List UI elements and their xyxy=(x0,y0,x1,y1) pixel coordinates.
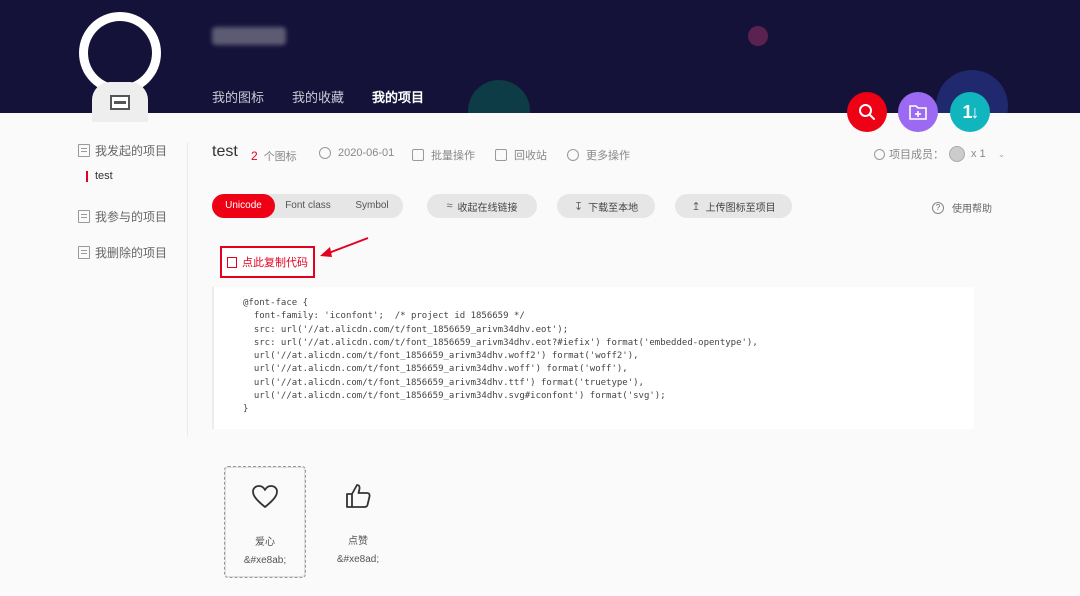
more-icon xyxy=(567,149,579,161)
member-avatar xyxy=(949,146,965,162)
thumbs-up-icon xyxy=(346,484,371,508)
code-line: src: url('//at.alicdn.com/t/font_1856659… xyxy=(243,324,569,335)
tab-font-class[interactable]: Font class xyxy=(275,194,341,218)
search-icon xyxy=(859,104,875,120)
add-project-button[interactable] xyxy=(898,92,938,132)
help-link[interactable]: ? 使用帮助 xyxy=(932,200,992,215)
icon-card-heart[interactable]: 爱心 &#xe8ab; xyxy=(224,466,306,578)
code-line: url('//at.alicdn.com/t/font_1856659_ariv… xyxy=(243,351,639,362)
code-block: @font-face { font-family: 'iconfont'; /*… xyxy=(212,287,974,429)
decor-bubble xyxy=(748,26,768,46)
icon-count-suffix: 个图标 xyxy=(263,151,297,163)
date-text: 2020-06-01 xyxy=(338,147,395,159)
recycle-label: 回收站 xyxy=(514,150,547,162)
copy-icon xyxy=(227,256,237,268)
document-icon xyxy=(78,245,90,259)
question-icon: ? xyxy=(932,201,944,214)
upload-icon: ↥ xyxy=(691,200,701,213)
sort-button[interactable]: 1↓ xyxy=(950,92,990,132)
sidebar: 我发起的项目 test 我参与的项目 我删除的项目 xyxy=(78,140,188,262)
members-count: x 1 xyxy=(971,148,986,160)
document-icon xyxy=(78,209,90,223)
sort-icon: 1↓ xyxy=(962,101,979,122)
sidebar-item-deleted[interactable]: 我删除的项目 xyxy=(78,242,188,262)
sidebar-item-created[interactable]: 我发起的项目 xyxy=(78,140,188,160)
more-label: 更多操作 xyxy=(586,150,630,162)
nav-my-favorites[interactable]: 我的收藏 xyxy=(292,82,344,113)
code-line: } xyxy=(243,404,249,415)
folder-add-icon xyxy=(909,105,927,120)
clock-icon xyxy=(319,147,331,159)
collapse-link-button[interactable]: ≈ 收起在线链接 xyxy=(427,194,537,218)
sidebar-project-label: test xyxy=(95,170,113,182)
icon-count: 2 个图标 xyxy=(251,148,297,164)
icon-card-thumbs-up[interactable]: 点赞 &#xe8ad; xyxy=(317,466,399,578)
project-title: test xyxy=(212,143,238,160)
icon-name: 点赞 xyxy=(348,536,368,547)
batch-icon xyxy=(412,149,424,161)
sidebar-project-test[interactable]: test xyxy=(86,170,188,182)
format-tabs: Unicode Font class Symbol xyxy=(212,194,403,218)
recycle-bin-button[interactable]: 回收站 xyxy=(495,147,547,163)
annotation-arrow xyxy=(320,237,369,257)
chevron-down-icon: ⌄ xyxy=(997,148,1006,159)
sidebar-item-label: 我参与的项目 xyxy=(95,209,168,224)
nav-my-projects[interactable]: 我的项目 xyxy=(372,82,424,113)
download-label: 下载至本地 xyxy=(588,202,639,214)
tab-symbol[interactable]: Symbol xyxy=(341,194,403,218)
upload-label: 上传图标至项目 xyxy=(705,202,776,214)
upload-button[interactable]: ↥ 上传图标至项目 xyxy=(675,194,792,218)
more-actions-button[interactable]: 更多操作 xyxy=(567,147,630,163)
project-members[interactable]: 项目成员： x 1 ⌄ xyxy=(874,146,1005,162)
trash-icon xyxy=(495,149,507,161)
username-blurred xyxy=(212,27,286,45)
download-icon: ↧ xyxy=(573,200,584,213)
collapse-link-label: 收起在线链接 xyxy=(457,202,518,214)
top-nav: 我的图标 我的收藏 我的项目 xyxy=(212,82,452,113)
active-indicator xyxy=(86,170,88,182)
tab-unicode[interactable]: Unicode xyxy=(212,194,275,218)
sidebar-item-label: 我发起的项目 xyxy=(95,143,168,158)
document-icon xyxy=(78,143,90,157)
user-avatar[interactable] xyxy=(79,12,161,122)
code-line: url('//at.alicdn.com/t/font_1856659_ariv… xyxy=(243,391,666,402)
code-line: url('//at.alicdn.com/t/font_1856659_ariv… xyxy=(243,364,628,375)
icon-code: &#xe8ad; xyxy=(336,554,380,565)
divider xyxy=(187,142,188,437)
copy-code-label: 点此复制代码 xyxy=(242,257,308,269)
eye-closed-icon: ≈ xyxy=(446,200,453,212)
batch-label: 批量操作 xyxy=(431,150,475,162)
decor-bubble xyxy=(468,80,530,113)
icon-code: &#xe8ab; xyxy=(243,555,287,566)
code-line: @font-face { xyxy=(243,298,309,308)
members-label: 项目成员： xyxy=(889,149,944,161)
sidebar-item-label: 我删除的项目 xyxy=(95,245,168,260)
sidebar-item-joined[interactable]: 我参与的项目 xyxy=(78,206,188,226)
help-label: 使用帮助 xyxy=(952,204,992,215)
search-button[interactable] xyxy=(847,92,887,132)
code-line: src: url('//at.alicdn.com/t/font_1856659… xyxy=(243,337,758,348)
copy-code-button[interactable]: 点此复制代码 xyxy=(220,246,315,278)
members-icon xyxy=(874,148,885,160)
code-line: font-family: 'iconfont'; /* project id 1… xyxy=(243,311,525,322)
nav-my-icons[interactable]: 我的图标 xyxy=(212,82,264,113)
heart-icon xyxy=(252,485,278,508)
icon-name: 爱心 xyxy=(255,537,275,548)
code-line: url('//at.alicdn.com/t/font_1856659_ariv… xyxy=(243,377,644,388)
batch-operation-button[interactable]: 批量操作 xyxy=(412,147,475,163)
download-button[interactable]: ↧ 下载至本地 xyxy=(557,194,655,218)
icon-count-number: 2 xyxy=(251,149,258,163)
project-date: 2020-06-01 xyxy=(319,147,394,159)
